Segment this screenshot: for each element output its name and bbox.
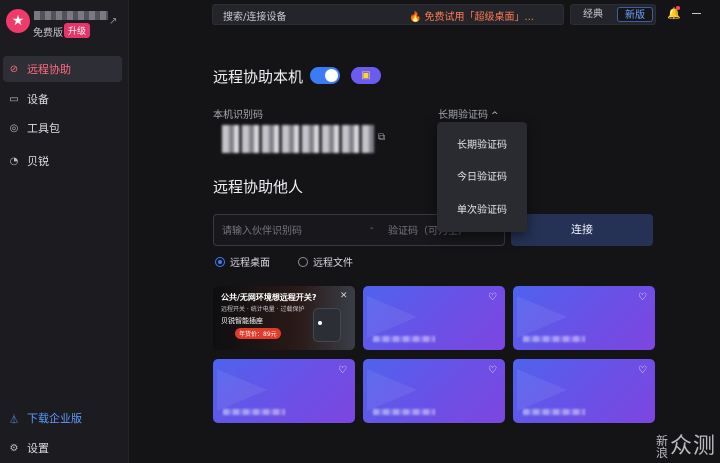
device-card[interactable]: ♡: [513, 359, 655, 423]
screen-share-button[interactable]: ▣: [351, 67, 381, 84]
mode-label: 远程桌面: [230, 258, 270, 269]
dropdown-option-single[interactable]: 单次验证码: [437, 201, 527, 221]
search-bar[interactable]: 搜索/连接设备 🔥 免费试用「超级桌面」...: [212, 4, 564, 25]
card-logo-watermark: [517, 296, 567, 338]
dropdown-option-today[interactable]: 今日验证码: [437, 168, 527, 188]
sidebar-item-toolkit[interactable]: ◎ 工具包: [0, 115, 129, 141]
watermark-main: 众测: [669, 434, 716, 459]
dropdown-option-long-term[interactable]: 长期验证码: [437, 136, 527, 156]
heart-icon[interactable]: ♡: [338, 365, 347, 376]
code-type-dropdown: 长期验证码 今日验证码 单次验证码: [437, 122, 527, 232]
separator: -: [370, 223, 374, 234]
heart-icon[interactable]: ♡: [638, 292, 647, 303]
partner-id-input[interactable]: [222, 223, 362, 239]
smart-plug-image: [313, 308, 341, 342]
card-logo-watermark: [367, 369, 417, 411]
site-watermark: 新浪众测: [656, 434, 716, 459]
account-name-redacted[interactable]: [34, 11, 108, 20]
account-expand-icon[interactable]: ↗: [109, 16, 117, 27]
device-id-label: 本机识别码: [213, 110, 263, 121]
heart-icon[interactable]: ♡: [488, 292, 497, 303]
account-plan: 免费版: [33, 28, 63, 39]
enterprise-icon: ⏃: [9, 414, 19, 426]
device-card[interactable]: ♡: [363, 359, 505, 423]
settings-link[interactable]: ⚙ 设置: [0, 435, 129, 461]
sidebar-item-remote-assist[interactable]: ⊘ 远程协助: [3, 56, 122, 82]
device-name-redacted: [373, 336, 435, 342]
promo-text: 免费试用「超级桌面」...: [424, 12, 534, 23]
heart-icon[interactable]: ♡: [488, 365, 497, 376]
assist-other-title: 远程协助他人: [213, 178, 304, 196]
device-card[interactable]: ♡: [213, 359, 355, 423]
assist-self-title: 远程协助本机: [213, 68, 304, 86]
sidebar-item-label: 工具包: [27, 122, 60, 135]
promo-card-subtitle: 远程开关 · 统计电量 · 过载保护: [221, 306, 305, 313]
card-logo-watermark: [217, 369, 267, 411]
notification-dot: [676, 6, 680, 10]
view-new-button[interactable]: 新版: [617, 7, 653, 22]
heart-icon[interactable]: ♡: [638, 365, 647, 376]
watermark-side: 新浪: [655, 434, 669, 460]
flame-icon: 🔥: [409, 12, 422, 23]
radio-selected-icon: [215, 256, 225, 267]
sidebar-item-label: 设备: [27, 93, 49, 106]
code-type-label: 长期验证码: [438, 110, 488, 121]
settings-icon: ⚙: [9, 442, 19, 454]
minimize-icon[interactable]: [692, 13, 701, 14]
close-icon[interactable]: ✕: [340, 291, 348, 301]
card-logo-watermark: [367, 296, 417, 338]
star-avatar-icon[interactable]: ★: [6, 9, 30, 33]
device-name-redacted: [523, 409, 585, 415]
upgrade-badge[interactable]: 升级: [64, 23, 91, 38]
remote-assist-icon: ⊘: [9, 63, 19, 75]
search-label[interactable]: 搜索/连接设备: [223, 8, 286, 23]
connect-button[interactable]: 连接: [511, 214, 653, 246]
sidebar-item-devices[interactable]: ▭ 设备: [0, 86, 129, 112]
sidebar-item-label: 下载企业版: [27, 412, 82, 425]
sidebar-item-label: 贝锐: [27, 155, 49, 168]
device-name-redacted: [223, 409, 285, 415]
sidebar-item-brand[interactable]: ◔ 贝锐: [0, 148, 129, 174]
monitor-icon: ▭: [9, 93, 19, 105]
sidebar-item-label: 设置: [27, 442, 49, 455]
card-logo-watermark: [517, 369, 567, 411]
brand-icon: ◔: [9, 155, 19, 167]
compass-icon: ◎: [9, 122, 19, 134]
device-name-redacted: [523, 336, 585, 342]
promo-card-title: 公共/无网环境想远程开关?: [221, 293, 317, 302]
view-switch: 经典 新版: [570, 4, 656, 25]
device-id-value-redacted: [222, 125, 374, 153]
copy-icon[interactable]: ⧉: [378, 132, 385, 143]
view-classic-button[interactable]: 经典: [575, 7, 611, 22]
sidebar-item-label: 远程协助: [27, 63, 71, 76]
screen-icon: ▣: [361, 70, 371, 81]
promo-card-slogan: 贝锐智能插座: [221, 317, 263, 325]
radio-unselected-icon: [298, 256, 308, 267]
code-type-selector[interactable]: 长期验证码 ^: [438, 106, 499, 121]
promo-card[interactable]: 公共/无网环境想远程开关? 远程开关 · 统计电量 · 过载保护 贝锐智能插座 …: [213, 286, 355, 350]
chevron-up-icon: ^: [491, 111, 499, 121]
mode-remote-desktop[interactable]: 远程桌面: [215, 254, 270, 269]
sidebar: ★ 免费版 升级 ↗ ⊘ 远程协助 ▭ 设备 ◎ 工具包 ◔ 贝锐 ⏃ 下载企业…: [0, 0, 129, 463]
mode-remote-file[interactable]: 远程文件: [298, 254, 353, 269]
assist-self-toggle[interactable]: [310, 67, 340, 84]
promo-link[interactable]: 🔥 免费试用「超级桌面」...: [409, 8, 534, 23]
download-enterprise-link[interactable]: ⏃ 下载企业版: [0, 405, 129, 431]
mode-label: 远程文件: [313, 258, 353, 269]
device-card[interactable]: ♡: [513, 286, 655, 350]
promo-card-price: 年货价：89元: [235, 328, 281, 339]
device-name-redacted: [373, 409, 435, 415]
device-card[interactable]: ♡: [363, 286, 505, 350]
